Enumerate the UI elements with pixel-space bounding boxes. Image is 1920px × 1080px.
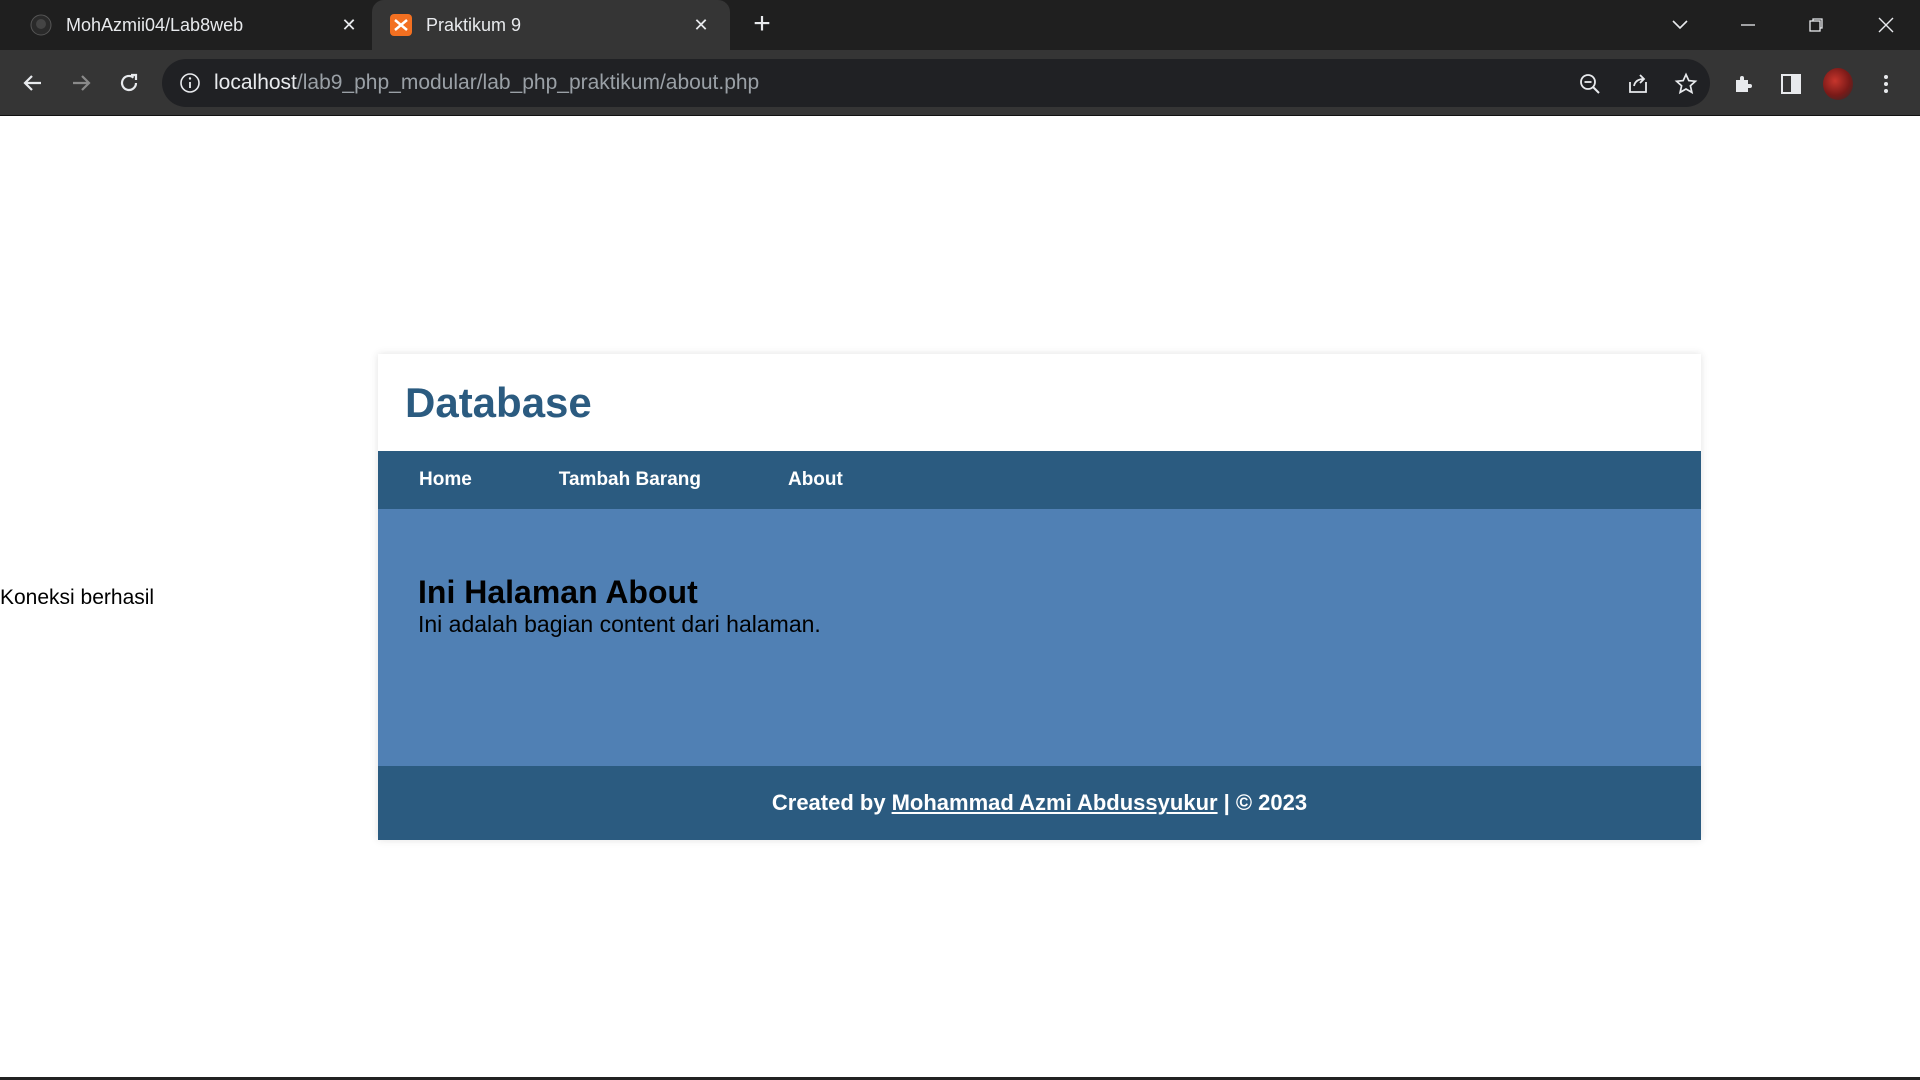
xampp-icon bbox=[390, 14, 412, 36]
tab-praktikum[interactable]: Praktikum 9 ✕ bbox=[372, 0, 730, 50]
close-icon[interactable]: ✕ bbox=[690, 14, 712, 36]
site-footer: Created by Mohammad Azmi Abdussyukur | ©… bbox=[378, 766, 1701, 840]
back-icon[interactable] bbox=[16, 66, 50, 100]
tab-search-icon[interactable] bbox=[1660, 8, 1700, 42]
github-icon bbox=[30, 14, 52, 36]
url-host: localhost bbox=[214, 71, 297, 94]
nav-about-link[interactable]: About bbox=[788, 469, 843, 491]
content-section: Ini Halaman About Ini adalah bagian cont… bbox=[378, 509, 1701, 766]
profile-avatar[interactable] bbox=[1823, 68, 1853, 100]
page-viewport: Koneksi berhasil Database Home Tambah Ba… bbox=[0, 116, 1920, 1078]
site-header: Database bbox=[378, 354, 1701, 451]
extensions-icon[interactable] bbox=[1728, 69, 1758, 99]
close-icon[interactable]: ✕ bbox=[338, 14, 360, 36]
reload-icon[interactable] bbox=[112, 66, 146, 100]
tab-title: MohAzmii04/Lab8web bbox=[66, 14, 244, 35]
address-bar[interactable]: localhost/lab9_php_modular/lab_php_prakt… bbox=[162, 59, 1710, 107]
tab-title: Praktikum 9 bbox=[426, 14, 522, 35]
zoom-icon[interactable] bbox=[1577, 71, 1603, 97]
content-text: Ini adalah bagian content dari halaman. bbox=[418, 611, 821, 638]
minimize-icon[interactable] bbox=[1728, 8, 1768, 42]
side-panel-icon[interactable] bbox=[1776, 69, 1806, 99]
url-text: localhost/lab9_php_modular/lab_php_prakt… bbox=[214, 71, 759, 95]
browser-toolbar: localhost/lab9_php_modular/lab_php_prakt… bbox=[0, 50, 1920, 116]
info-icon[interactable] bbox=[178, 71, 202, 95]
nav-tambah-barang-link[interactable]: Tambah Barang bbox=[559, 469, 701, 491]
new-tab-button[interactable]: + bbox=[748, 9, 776, 39]
site-container: Database Home Tambah Barang About Ini Ha… bbox=[378, 354, 1701, 840]
site-title: Database bbox=[405, 378, 592, 426]
tab-github[interactable]: MohAzmii04/Lab8web ✕ bbox=[30, 0, 360, 50]
connection-status: Koneksi berhasil bbox=[0, 586, 155, 609]
content-heading: Ini Halaman About bbox=[418, 574, 698, 610]
site-nav: Home Tambah Barang About bbox=[378, 451, 1701, 509]
bookmark-star-icon[interactable] bbox=[1673, 71, 1699, 97]
menu-icon[interactable] bbox=[1871, 69, 1901, 99]
share-icon[interactable] bbox=[1625, 71, 1651, 97]
forward-icon[interactable] bbox=[64, 66, 98, 100]
browser-tab-strip: MohAzmii04/Lab8web ✕ Praktikum 9 ✕ + bbox=[0, 0, 1920, 50]
close-window-icon[interactable] bbox=[1866, 8, 1906, 42]
restore-icon[interactable] bbox=[1796, 8, 1836, 42]
footer-suffix: | © 2023 bbox=[1223, 790, 1308, 815]
footer-author-link[interactable]: Mohammad Azmi Abdussyukur bbox=[892, 790, 1218, 816]
url-path: /lab9_php_modular/lab_php_praktikum/abou… bbox=[296, 71, 760, 94]
nav-home-link[interactable]: Home bbox=[419, 469, 472, 491]
footer-prefix: Created by bbox=[771, 790, 886, 815]
